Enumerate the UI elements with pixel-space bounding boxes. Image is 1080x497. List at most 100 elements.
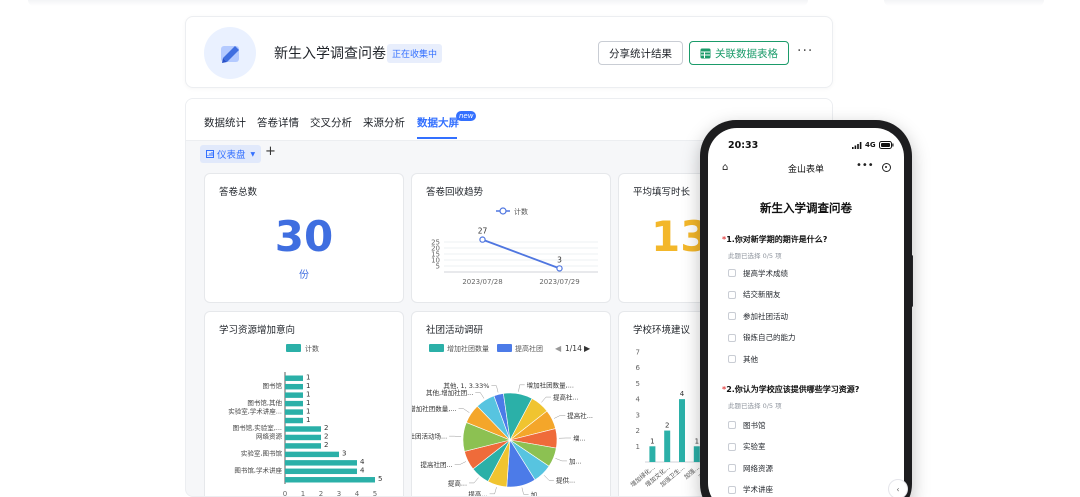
option-label: 实验室 (743, 442, 766, 451)
status-time: 20:33 (728, 140, 759, 151)
legend-swatch (286, 344, 301, 352)
bar (285, 392, 303, 398)
app-bar: ⌂ 金山表单 ••• (708, 158, 904, 180)
tab-data-stats[interactable]: 数据统计 (204, 115, 246, 130)
question-1: *1.你对新学期的期许是什么? (722, 234, 827, 245)
option-checkbox[interactable]: 锻炼自己的能力 (728, 332, 796, 344)
label-leader-line (555, 458, 567, 462)
add-dashboard-button[interactable]: + (265, 144, 276, 159)
slice-label: 提供... (556, 476, 575, 485)
question-2-hint: 此题已选择 0/5 项 (728, 402, 782, 410)
trend-line-chart: 计数252015105272023/07/2832023/07/29 (431, 207, 598, 286)
bar-value-label: 3 (342, 450, 346, 458)
option-checkbox[interactable]: 网络资源 (728, 462, 773, 474)
bar (285, 409, 303, 415)
label-leader-line (518, 384, 525, 392)
active-tab-indicator (417, 137, 457, 139)
legend-label: 增加社团数量 (447, 344, 489, 353)
tab-cross-analysis[interactable]: 交叉分析 (310, 115, 352, 130)
y-tick-label: 4 (636, 396, 641, 404)
x-tick-label: 0 (283, 490, 287, 497)
chevron-down-icon: ▼ (250, 150, 256, 158)
chevron-left-icon[interactable]: ‹ (888, 479, 908, 497)
total-answers-unit: 份 (299, 270, 309, 281)
bar (693, 446, 700, 462)
phone-screen: 20:33 4G ⌂ 金山表单 ••• 新生入学调查问卷 *1.你对新学期的期许… (708, 128, 904, 497)
tab-data-dashboard[interactable]: 数据大屏 (417, 115, 459, 130)
checkbox-icon (728, 442, 736, 451)
option-checkbox[interactable]: 图书馆 (728, 419, 766, 431)
card-resources[interactable]: 学习资源增加意向 计数 0 1 2 3 4 5 1 1 图书馆 1 1 图书馆,其他 1 实验室,学术讲座.… (204, 311, 404, 497)
option-checkbox[interactable]: 参加社团活动 (728, 310, 788, 322)
dashboard-selector-label: 仪表盘 (217, 150, 246, 161)
label-leader-line (454, 461, 467, 465)
bar-value-label: 1 (306, 416, 310, 424)
app-title: 金山表单 (787, 165, 824, 175)
bar (285, 477, 375, 483)
y-tick-label: 实验室,学术讲座... (228, 406, 282, 415)
background-card-edge (884, 0, 1044, 6)
slice-label: 提高社... (553, 393, 579, 402)
close-mini-program-icon[interactable] (882, 163, 891, 172)
label-leader-line (491, 385, 499, 393)
option-checkbox[interactable]: 提高学术成绩 (728, 267, 788, 279)
signal-icon (852, 141, 862, 149)
bar-value-label: 1 (650, 437, 654, 445)
dashboard-selector[interactable]: 仪表盘 ▼ (200, 145, 262, 163)
bar-value-label: 2 (324, 424, 328, 432)
card-club-survey[interactable]: 社团活动调研 增加社团数量 提高社团 ◀ 1/14 ▶ 其他, 1, 3.33% 增加社团数… (411, 311, 611, 496)
legend-marker (499, 207, 507, 215)
bar-value-label: 1 (306, 373, 310, 381)
y-tick-label: 图书馆,实验室,... (233, 423, 282, 432)
checkbox-icon (728, 355, 736, 363)
y-tick-label: 5 (636, 380, 640, 388)
option-checkbox[interactable]: 学术讲座 (728, 484, 773, 496)
x-tick-label: 2023/07/29 (539, 278, 579, 286)
share-results-button[interactable]: 分享统计结果 (598, 41, 683, 65)
phone-preview: 20:33 4G ⌂ 金山表单 ••• 新生入学调查问卷 *1.你对新学期的期许… (700, 120, 912, 497)
option-label: 学术讲座 (743, 485, 773, 494)
more-options-icon[interactable]: ··· (797, 43, 813, 59)
legend-swatch (429, 344, 444, 352)
x-tick-label: 3 (337, 490, 341, 497)
checkbox-icon (728, 485, 736, 494)
y-tick-label: 6 (636, 364, 641, 372)
bar (664, 430, 671, 462)
card-answer-trend[interactable]: 答卷回收趋势 计数 25 20 15 10 5 27 2023/07/28 3 2023/07/2… (411, 173, 611, 303)
network-type: 4G (865, 141, 876, 149)
bar-value-label: 1 (695, 437, 699, 445)
y-tick-label: 网络资源 (256, 432, 283, 441)
y-tick-label: 3 (636, 411, 640, 419)
slice-label: 提高社团... (420, 460, 452, 469)
checkbox-icon (728, 421, 736, 429)
card-title: 平均填写时长 (633, 187, 691, 198)
background-card-edge (28, 0, 808, 6)
tab-answer-details[interactable]: 答卷详情 (257, 115, 299, 130)
bar (285, 417, 303, 424)
option-checkbox[interactable]: 其他 (728, 353, 758, 365)
slice-label: 增加社团数量,... (412, 404, 457, 413)
link-data-table-button[interactable]: 关联数据表格 (689, 41, 789, 65)
label-leader-line (469, 477, 479, 484)
slice-label: 加... (569, 456, 582, 465)
label-leader-line (489, 487, 497, 495)
tab-source-analysis[interactable]: 来源分析 (363, 115, 405, 130)
y-tick-label: 5 (436, 263, 440, 271)
label-leader-line (541, 396, 551, 403)
question-1-hint: 此题已选择 0/5 项 (728, 252, 782, 260)
bar (285, 375, 303, 381)
label-leader-line (475, 392, 485, 399)
card-total-answers[interactable]: 答卷总数 30 份 (204, 173, 404, 303)
more-dots-icon[interactable]: ••• (856, 160, 874, 171)
checkbox-icon (728, 312, 736, 320)
option-label: 提高学术成绩 (743, 268, 788, 278)
survey-title: 新生入学调查问卷 (760, 201, 852, 215)
share-results-label: 分享统计结果 (609, 47, 672, 60)
option-label: 网络资源 (743, 463, 773, 473)
y-tick-label: 图书馆,学术讲座 (234, 466, 282, 475)
checkbox-icon (728, 269, 736, 277)
option-checkbox[interactable]: 实验室 (728, 441, 766, 453)
bar-value-label: 2 (324, 433, 328, 441)
club-pie-chart: 增加社团数量 提高社团 ◀ 1/14 ▶其他, 1, 3.33% 增加社团数量,...提高… (412, 344, 593, 496)
option-checkbox[interactable]: 结交新朋友 (728, 289, 781, 301)
